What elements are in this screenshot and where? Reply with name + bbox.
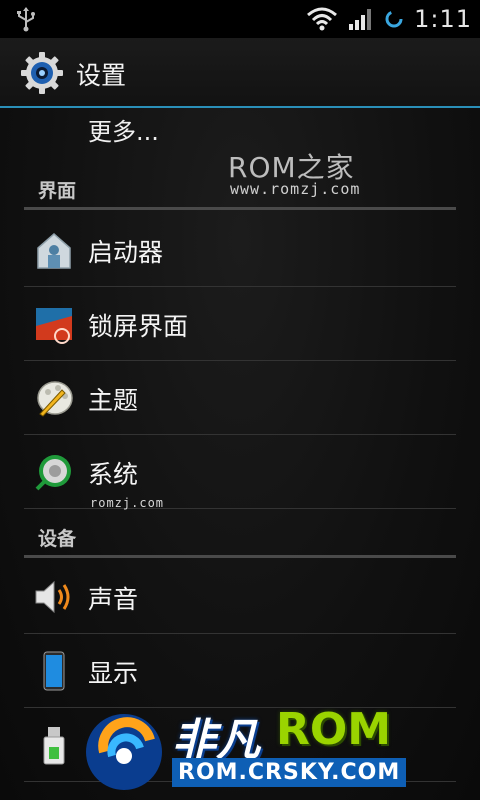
display-icon: [43, 651, 65, 691]
system-icon: [35, 455, 71, 491]
section-header-label: 设备: [38, 528, 77, 550]
clock: 1:11: [414, 5, 472, 33]
settings-screen: 1:11 设置 更多... ROM之家 www.romzj.com 界面 启动器…: [0, 0, 480, 800]
item-label: 主题: [88, 386, 139, 415]
status-bar: 1:11: [0, 0, 480, 38]
item-label: 声音: [88, 585, 139, 614]
section-header-device: 设备: [24, 520, 456, 558]
item-label: 显示: [88, 659, 139, 688]
settings-item-launcher[interactable]: 启动器: [24, 213, 456, 287]
action-bar: 设置: [0, 38, 480, 108]
page-title: 设置: [76, 61, 127, 90]
more-settings-label: 更多...: [88, 118, 159, 146]
item-label: 锁屏界面: [88, 312, 189, 341]
section-header-label: 界面: [38, 180, 77, 202]
settings-item-system[interactable]: 系统: [24, 435, 456, 509]
crsky-url: ROM.CRSKY.COM: [172, 758, 407, 787]
crsky-logo-icon: [86, 714, 162, 790]
crsky-watermark: 非凡 ROM ROM.CRSKY.COM: [80, 700, 410, 800]
wifi-icon: [307, 7, 338, 31]
sync-icon: [385, 10, 403, 28]
section-header-interface: 界面: [24, 172, 456, 210]
settings-item-display[interactable]: 显示: [24, 634, 456, 708]
signal-icon: [349, 9, 372, 30]
more-settings-item[interactable]: 更多...: [0, 108, 480, 148]
settings-item-lockscreen[interactable]: 锁屏界面: [24, 287, 456, 361]
lockscreen-icon: [36, 308, 72, 344]
launcher-icon: [37, 233, 71, 269]
theme-icon: [37, 381, 73, 417]
sound-icon: [35, 580, 70, 614]
settings-gear-icon[interactable]: [20, 51, 64, 95]
storage-icon: [43, 727, 65, 765]
crsky-brand-rom: ROM: [276, 704, 392, 755]
usb-icon: [17, 7, 35, 32]
romzj-small-watermark: romzj.com: [90, 496, 165, 510]
settings-item-theme[interactable]: 主题: [24, 361, 456, 435]
item-label: 系统: [88, 460, 139, 489]
item-label: 启动器: [88, 238, 164, 267]
settings-item-sound[interactable]: 声音: [24, 560, 456, 634]
